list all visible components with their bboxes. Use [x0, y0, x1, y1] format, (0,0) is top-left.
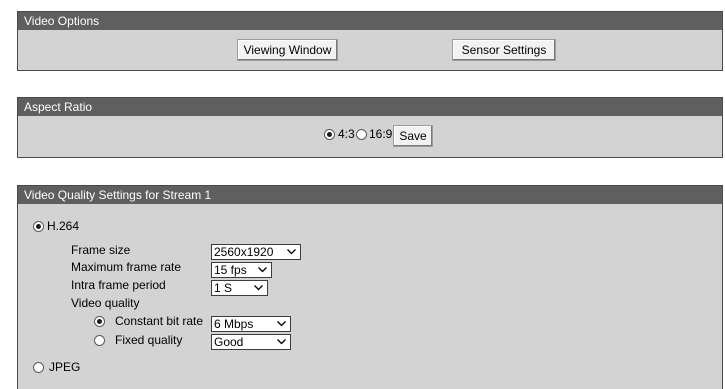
fixed-quality-radio[interactable] — [94, 335, 105, 346]
sensor-settings-button[interactable]: Sensor Settings — [452, 39, 556, 61]
chevron-down-icon — [277, 339, 286, 345]
save-button[interactable]: Save — [393, 125, 433, 147]
fixed-quality-label: Fixed quality — [115, 333, 183, 347]
chevron-down-icon — [258, 267, 267, 273]
intra-frame-period-select[interactable]: 1 S — [211, 280, 268, 296]
constant-bit-rate-radio[interactable] — [94, 316, 105, 327]
video-quality-panel: Video Quality Settings for Stream 1 H.26… — [17, 185, 723, 389]
chevron-down-icon — [287, 249, 296, 255]
codec-h264-label: H.264 — [47, 219, 80, 233]
max-frame-rate-select[interactable]: 15 fps — [211, 262, 272, 278]
chevron-down-icon — [254, 285, 263, 291]
aspect-16-9-label: 16:9 — [369, 127, 393, 141]
aspect-ratio-panel: Aspect Ratio 4:3 16:9 Save — [17, 97, 723, 158]
constant-bit-rate-label: Constant bit rate — [115, 314, 204, 328]
video-options-header: Video Options — [18, 12, 722, 30]
codec-h264-radio[interactable] — [33, 221, 44, 232]
frame-size-label: Frame size — [71, 243, 131, 257]
max-frame-rate-label: Maximum frame rate — [71, 260, 182, 274]
video-quality-header: Video Quality Settings for Stream 1 — [18, 186, 722, 204]
max-frame-rate-value: 15 fps — [214, 263, 247, 277]
fixed-quality-value: Good — [214, 335, 244, 349]
intra-frame-period-value: 1 S — [214, 281, 233, 295]
fixed-quality-select[interactable]: Good — [211, 334, 291, 350]
aspect-ratio-header: Aspect Ratio — [18, 98, 722, 116]
viewing-window-button[interactable]: Viewing Window — [237, 39, 338, 61]
aspect-4-3-label: 4:3 — [338, 127, 355, 141]
frame-size-select[interactable]: 2560x1920 — [211, 244, 301, 260]
codec-jpeg-label: JPEG — [49, 360, 81, 374]
video-options-panel: Video Options Viewing Window Sensor Sett… — [17, 11, 723, 71]
video-quality-label: Video quality — [71, 296, 140, 310]
chevron-down-icon — [277, 321, 286, 327]
codec-jpeg-radio[interactable] — [33, 362, 44, 373]
aspect-16-9-radio[interactable] — [356, 129, 367, 140]
constant-bit-rate-value: 6 Mbps — [214, 317, 254, 331]
intra-frame-period-label: Intra frame period — [71, 278, 166, 292]
aspect-4-3-radio[interactable] — [324, 129, 335, 140]
constant-bit-rate-select[interactable]: 6 Mbps — [211, 316, 291, 332]
frame-size-value: 2560x1920 — [214, 245, 274, 259]
